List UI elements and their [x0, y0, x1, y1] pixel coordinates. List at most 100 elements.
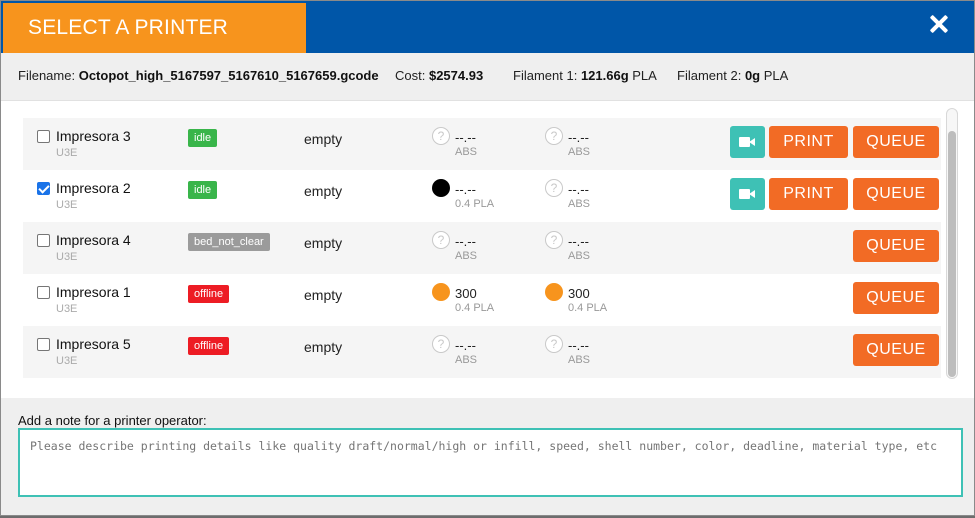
filament1-label: Filament 1:: [513, 68, 578, 83]
status-badge: offline: [188, 285, 230, 303]
printer-row: Impresora 2 U3E idle empty --.-- 0.4 PLA…: [23, 170, 941, 222]
tool1-filament: ? --.-- ABS: [432, 231, 542, 271]
question-circle-icon: ?: [545, 127, 563, 145]
printer-row: Impresora 4 U3E bed_not_clear empty ? --…: [23, 222, 941, 274]
queue-button[interactable]: QUEUE: [853, 282, 939, 314]
bed-status: empty: [304, 131, 343, 147]
tool1-temp: --.--: [455, 130, 476, 145]
printer-list: Impresora 3 U3E idle empty ? --.-- ABS ?…: [1, 102, 974, 398]
tool2-material: ABS: [568, 354, 591, 366]
question-circle-icon: ?: [432, 335, 450, 353]
printer-model: U3E: [56, 303, 78, 315]
status-badge: idle: [188, 129, 218, 147]
tool1-filament: 300 0.4 PLA: [432, 283, 542, 323]
printer-checkbox[interactable]: [37, 182, 50, 195]
bed-status: empty: [304, 235, 343, 251]
bed-status: empty: [304, 183, 343, 199]
tool2-filament: ? --.-- ABS: [545, 231, 655, 271]
dialog-title: SELECT A PRINTER: [3, 3, 306, 53]
tool2-filament: ? --.-- ABS: [545, 335, 655, 375]
printer-name: Impresora 1: [56, 284, 131, 300]
queue-button[interactable]: QUEUE: [853, 334, 939, 366]
video-camera-icon: [739, 137, 755, 147]
orange-filament-dot-icon: [545, 283, 563, 301]
question-circle-icon: ?: [432, 127, 450, 145]
tool2-filament: ? --.-- ABS: [545, 127, 655, 167]
tool2-filament: 300 0.4 PLA: [545, 283, 655, 323]
tool2-material: ABS: [568, 198, 591, 210]
bed-status: empty: [304, 339, 343, 355]
tool1-filament: --.-- 0.4 PLA: [432, 179, 542, 219]
printer-checkbox[interactable]: [37, 130, 50, 143]
tool1-temp: --.--: [455, 338, 476, 353]
tool1-material: 0.4 PLA: [455, 302, 495, 314]
cost-value: $2574.93: [428, 68, 484, 83]
printer-model: U3E: [56, 147, 78, 159]
question-circle-icon: ?: [545, 335, 563, 353]
dialog-header: SELECT A PRINTER: [1, 1, 974, 53]
filament2-label: Filament 2:: [677, 68, 742, 83]
tool1-filament: ? --.-- ABS: [432, 127, 542, 167]
filament2-material: PLA: [763, 68, 789, 83]
filament2-info: Filament 2: 0g PLA: [677, 68, 788, 83]
filament1-info: Filament 1: 121.66g PLA: [513, 68, 657, 83]
status-badge: offline: [188, 337, 230, 355]
scrollbar-thumb[interactable]: [948, 131, 956, 377]
status-badge: idle: [188, 181, 218, 199]
status-badge: bed_not_clear: [188, 233, 270, 251]
printer-model: U3E: [56, 355, 78, 367]
filament1-material: PLA: [632, 68, 657, 83]
tool1-filament: ? --.-- ABS: [432, 335, 542, 375]
tool1-material: ABS: [455, 146, 478, 158]
black-filament-dot-icon: [432, 179, 450, 197]
printer-checkbox[interactable]: [37, 234, 50, 247]
queue-button[interactable]: QUEUE: [853, 230, 939, 262]
video-camera-icon: [739, 189, 755, 199]
print-button[interactable]: PRINT: [769, 178, 848, 210]
cost-info: Cost: $2574.93: [395, 68, 483, 83]
cost-label: Cost:: [395, 68, 426, 83]
printer-model: U3E: [56, 251, 78, 263]
operator-note-section: Add a note for a printer operator:: [1, 398, 974, 515]
filament1-value: 121.66g: [580, 68, 629, 83]
filament2-value: 0g: [744, 68, 761, 83]
filename-value: Octopot_high_5167597_5167610_5167659.gco…: [78, 68, 379, 83]
queue-button[interactable]: QUEUE: [853, 178, 939, 210]
printer-name: Impresora 5: [56, 336, 131, 352]
printer-row: Impresora 5 U3E offline empty ? --.-- AB…: [23, 326, 941, 378]
question-circle-icon: ?: [545, 179, 563, 197]
tool1-temp: 300: [455, 286, 477, 301]
tool2-temp: --.--: [568, 182, 589, 197]
tool1-material: ABS: [455, 250, 478, 262]
printer-checkbox[interactable]: [37, 338, 50, 351]
question-circle-icon: ?: [432, 231, 450, 249]
list-scrollbar[interactable]: [946, 108, 958, 379]
printer-name: Impresora 4: [56, 232, 131, 248]
tool2-temp: --.--: [568, 130, 589, 145]
printer-name: Impresora 2: [56, 180, 131, 196]
tool2-temp: --.--: [568, 338, 589, 353]
tool1-temp: --.--: [455, 182, 476, 197]
print-button[interactable]: PRINT: [769, 126, 848, 158]
tool2-material: ABS: [568, 146, 591, 158]
queue-button[interactable]: QUEUE: [853, 126, 939, 158]
printer-model: U3E: [56, 199, 78, 211]
tool1-material: ABS: [455, 354, 478, 366]
close-icon[interactable]: [927, 12, 951, 36]
tool2-filament: ? --.-- ABS: [545, 179, 655, 219]
printer-row: Impresora 1 U3E offline empty 300 0.4 PL…: [23, 274, 941, 326]
tool1-material: 0.4 PLA: [455, 198, 495, 210]
file-info-bar: Filename: Octopot_high_5167597_5167610_5…: [1, 53, 974, 101]
printer-name: Impresora 3: [56, 128, 131, 144]
camera-button[interactable]: [730, 126, 765, 158]
orange-filament-dot-icon: [432, 283, 450, 301]
printer-checkbox[interactable]: [37, 286, 50, 299]
select-printer-dialog: SELECT A PRINTER Filename: Octopot_high_…: [0, 0, 975, 516]
printer-row: Impresora 3 U3E idle empty ? --.-- ABS ?…: [23, 118, 941, 170]
note-textarea[interactable]: [18, 428, 963, 497]
camera-button[interactable]: [730, 178, 765, 210]
filename-label: Filename:: [18, 68, 76, 83]
tool2-material: 0.4 PLA: [568, 302, 608, 314]
tool2-temp: 300: [568, 286, 590, 301]
filename-info: Filename: Octopot_high_5167597_5167610_5…: [18, 68, 379, 83]
